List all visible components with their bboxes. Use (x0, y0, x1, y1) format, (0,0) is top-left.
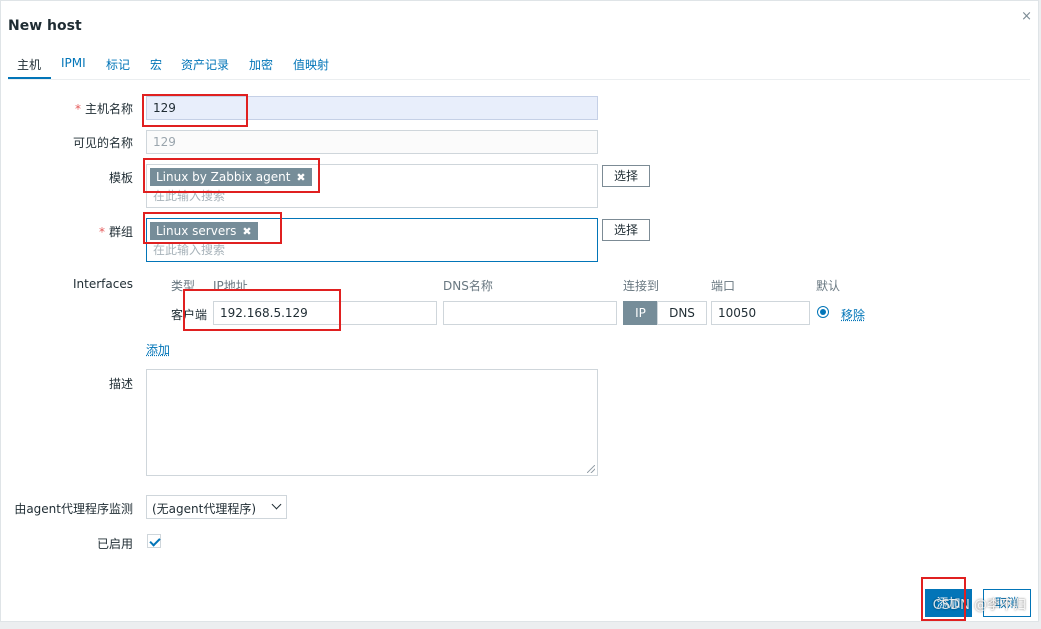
groups-label: * 群组 (98, 225, 133, 239)
templates-label: 模板 (108, 171, 133, 185)
proxy-selected-value: (无agent代理程序) (152, 502, 257, 516)
host-name-label: * 主机名称 (74, 102, 133, 116)
templates-select-button[interactable]: 选择 (602, 165, 650, 187)
dialog-title: New host (8, 18, 82, 34)
proxy-select[interactable]: (无agent代理程序) (146, 495, 287, 519)
tab-encryption[interactable]: 加密 (249, 56, 273, 73)
chevron-down-icon (271, 499, 282, 510)
tab-macros[interactable]: 宏 (150, 56, 162, 73)
remove-chip-icon[interactable]: ✖ (296, 171, 305, 184)
group-chip: Linux servers ✖ (150, 222, 258, 240)
interface-type-header: 类型 (171, 279, 196, 293)
active-tab-indicator (8, 77, 51, 79)
enabled-checkbox[interactable] (147, 534, 161, 548)
watermark: CSDN @李不归 (932, 598, 1026, 613)
interface-default-header: 默认 (816, 279, 841, 293)
interface-connect-header: 连接到 (623, 279, 660, 293)
description-label: 描述 (108, 377, 133, 391)
tab-ipmi[interactable]: IPMI (61, 56, 86, 70)
description-textarea[interactable] (146, 369, 598, 476)
templates-multiselect[interactable]: Linux by Zabbix agent ✖ 在此输入搜索 (146, 164, 598, 208)
tab-bar: 主机 IPMI 标记 宏 资产记录 加密 值映射 (8, 53, 1030, 80)
templates-search-placeholder: 在此输入搜索 (153, 189, 226, 203)
interface-dns-input[interactable] (443, 301, 617, 325)
resize-handle-icon[interactable] (587, 465, 595, 473)
interface-dns-header: DNS名称 (443, 279, 493, 293)
groups-select-button[interactable]: 选择 (602, 219, 650, 241)
new-host-dialog: New host × 主机 IPMI 标记 宏 资产记录 加密 值映射 * 主机名… (0, 0, 1039, 622)
visible-name-label: 可见的名称 (72, 136, 133, 150)
interface-ip-header: IP地址 (213, 279, 248, 293)
connect-dns-button[interactable]: DNS (657, 301, 707, 325)
default-interface-radio[interactable] (817, 306, 829, 318)
interface-port-header: 端口 (711, 279, 736, 293)
template-chip: Linux by Zabbix agent ✖ (150, 168, 312, 186)
connect-ip-button[interactable]: IP (623, 301, 658, 325)
proxy-label: 由agent代理程序监测 (14, 502, 133, 516)
interface-ip-input[interactable]: 192.168.5.129 (213, 301, 437, 325)
close-icon[interactable]: × (1021, 9, 1032, 24)
tab-value-mapping[interactable]: 值映射 (293, 56, 329, 73)
add-interface-link[interactable]: 添加 (146, 341, 170, 358)
groups-search-placeholder: 在此输入搜索 (153, 243, 226, 257)
groups-multiselect[interactable]: Linux servers ✖ 在此输入搜索 (146, 218, 598, 262)
interface-port-input[interactable]: 10050 (711, 301, 810, 325)
visible-name-input[interactable]: 129 (146, 130, 598, 154)
tab-host[interactable]: 主机 (17, 56, 41, 73)
tab-tags[interactable]: 标记 (106, 56, 130, 73)
remove-chip-icon[interactable]: ✖ (242, 225, 251, 238)
enabled-label: 已启用 (96, 537, 133, 551)
tab-inventory[interactable]: 资产记录 (181, 56, 229, 73)
interfaces-label: Interfaces (73, 277, 133, 291)
remove-interface-link[interactable]: 移除 (841, 306, 865, 323)
interface-type-agent: 客户端 (171, 308, 208, 322)
host-name-input[interactable]: 129 (146, 96, 598, 120)
